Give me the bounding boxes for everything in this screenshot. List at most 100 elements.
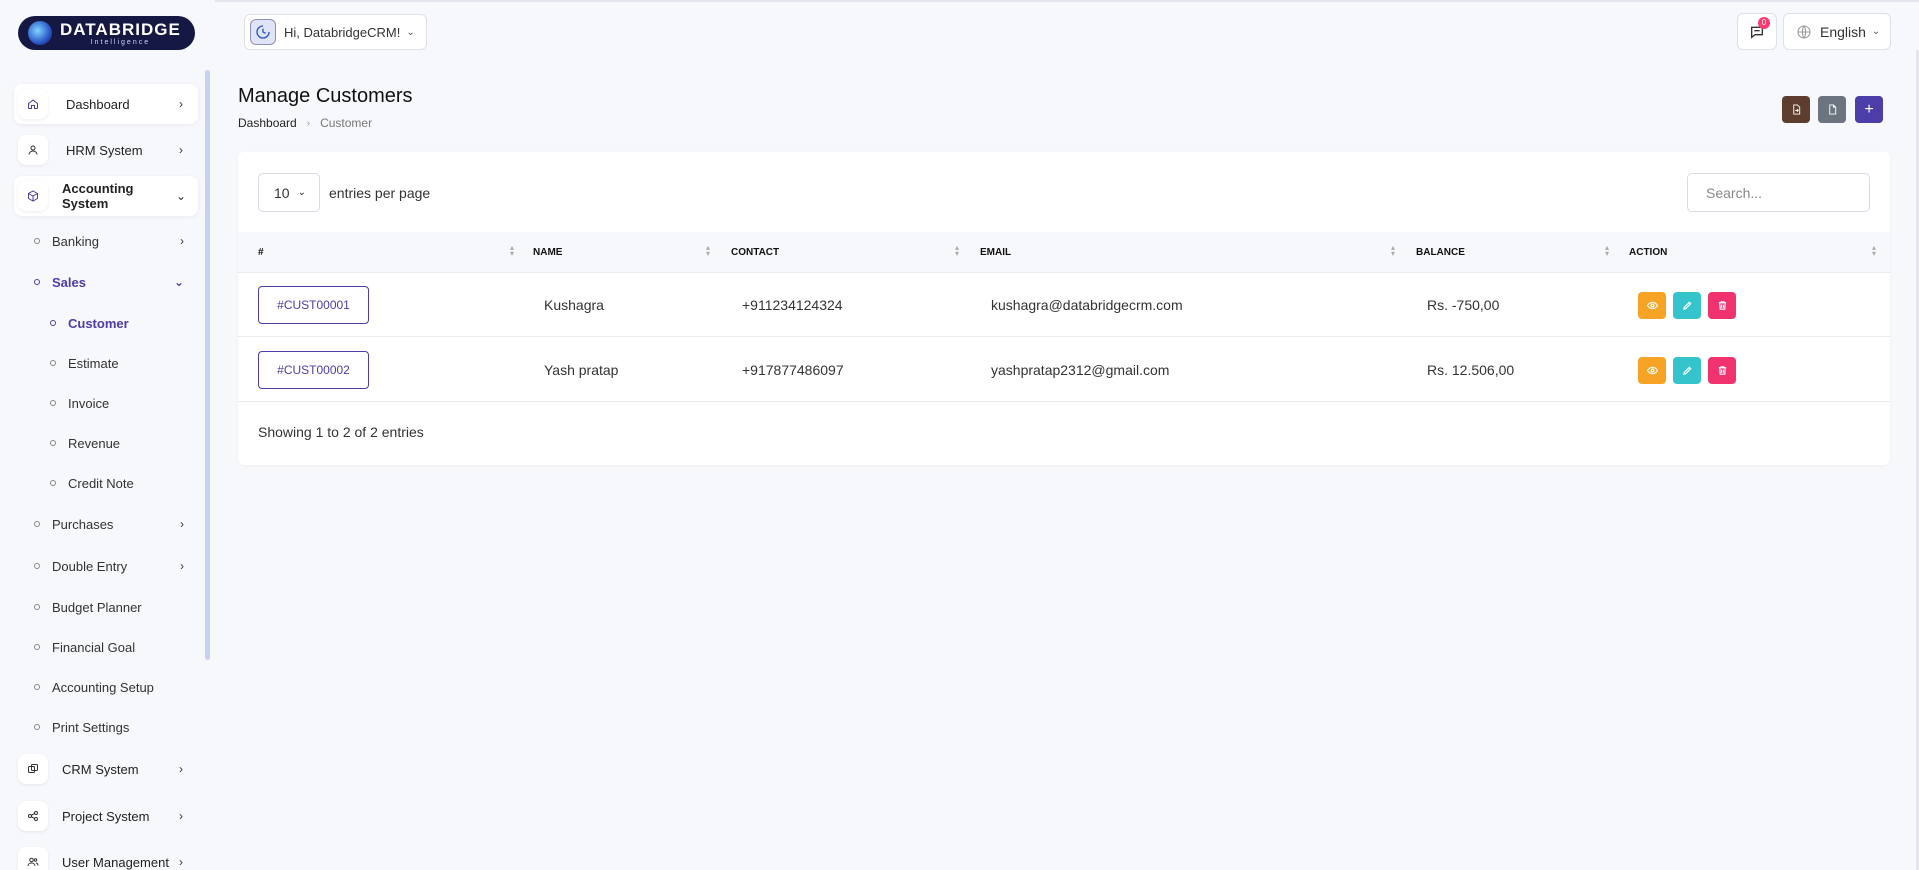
bullet-icon bbox=[34, 724, 40, 730]
chevron-down-icon: ⌄ bbox=[1871, 26, 1881, 37]
brand-name: DATABRIDGE bbox=[60, 19, 181, 39]
notification-button[interactable]: 0 bbox=[1737, 13, 1777, 50]
sidebar-item-label: Accounting System bbox=[62, 181, 134, 211]
trash-icon bbox=[1718, 365, 1726, 375]
column-header-name[interactable]: NAME ▴ ▾ bbox=[533, 232, 730, 273]
globe-icon bbox=[1797, 24, 1811, 39]
sidebar-item-accounting-system[interactable]: Accounting System ⌄ bbox=[14, 176, 198, 216]
per-page-control: 10 ⌄ entries per page bbox=[258, 173, 430, 212]
sort-icon: ▴ ▾ bbox=[1605, 243, 1610, 258]
view-button[interactable] bbox=[1638, 356, 1666, 384]
trash-icon bbox=[1718, 300, 1726, 310]
sidebar-sub-revenue[interactable]: Revenue bbox=[50, 430, 190, 456]
chevron-right-icon: › bbox=[179, 809, 183, 823]
edit-button[interactable] bbox=[1673, 356, 1701, 384]
sidebar-item-hrm-system[interactable]: HRM System › bbox=[14, 130, 198, 170]
sub-item-label: Invoice bbox=[68, 395, 110, 411]
customer-email: yashpratap2312@gmail.com bbox=[991, 362, 1170, 378]
import-button[interactable] bbox=[1818, 96, 1846, 123]
pencil-icon bbox=[1682, 365, 1692, 375]
sidebar-sub-credit-note[interactable]: Credit Note bbox=[50, 470, 190, 496]
sub-item-label: Sales bbox=[52, 274, 86, 290]
sidebar-scrollbar[interactable] bbox=[205, 70, 210, 660]
table-row: #CUST00001 Kushagra +911234124324 kushag… bbox=[238, 273, 1890, 337]
sub-item-label: Estimate bbox=[68, 355, 119, 371]
column-header-contact[interactable]: CONTACT ▴ ▾ bbox=[731, 232, 979, 273]
breadcrumb: Dashboard › Customer bbox=[238, 116, 372, 130]
sub-item-label: Accounting Setup bbox=[52, 679, 154, 695]
customer-id-link[interactable]: #CUST00002 bbox=[258, 351, 369, 389]
customer-balance: Rs. -750,00 bbox=[1427, 297, 1500, 313]
column-label: # bbox=[258, 247, 264, 258]
brand-logo[interactable]: DATABRIDGE Intelligence bbox=[18, 16, 195, 50]
view-button[interactable] bbox=[1638, 291, 1666, 319]
export-button[interactable] bbox=[1782, 96, 1810, 123]
language-label: English bbox=[1820, 23, 1866, 40]
sidebar-item-dashboard[interactable]: Dashboard › bbox=[14, 84, 198, 124]
sidebar-sub-financial-goal[interactable]: Financial Goal bbox=[34, 634, 184, 660]
delete-button[interactable] bbox=[1708, 291, 1736, 319]
sort-icon: ▴ ▾ bbox=[955, 243, 960, 258]
sort-icon: ▴ ▾ bbox=[1872, 243, 1877, 258]
sidebar-sub-customer[interactable]: Customer bbox=[50, 310, 190, 336]
column-header-balance[interactable]: BALANCE ▴ ▾ bbox=[1416, 232, 1629, 273]
sub-item-label: Customer bbox=[68, 315, 129, 331]
sidebar-item-label: Dashboard bbox=[66, 96, 130, 112]
customer-email: kushagra@databridgecrm.com bbox=[991, 297, 1183, 313]
chevron-right-icon: › bbox=[179, 97, 183, 111]
column-header-id[interactable]: # ▴ ▾ bbox=[258, 232, 518, 273]
users-icon bbox=[18, 847, 48, 870]
customer-id-link[interactable]: #CUST00001 bbox=[258, 286, 369, 324]
brand-tagline: Intelligence bbox=[90, 38, 151, 46]
column-label: BALANCE bbox=[1416, 247, 1465, 258]
bullet-icon bbox=[50, 480, 56, 486]
chevron-right-icon: › bbox=[179, 143, 183, 157]
chevron-down-icon: ⌄ bbox=[175, 189, 187, 203]
search-input[interactable] bbox=[1687, 173, 1870, 212]
sidebar-sub-double-entry[interactable]: Double Entry › bbox=[34, 553, 184, 579]
user-menu-button[interactable]: Hi, DatabridgeCRM! ⌄ bbox=[244, 14, 427, 50]
breadcrumb-current: Customer bbox=[320, 116, 373, 130]
pencil-icon bbox=[1682, 300, 1692, 310]
edit-button[interactable] bbox=[1673, 291, 1701, 319]
per-page-select[interactable]: 10 ⌄ bbox=[258, 173, 320, 212]
add-customer-button[interactable]: + bbox=[1855, 96, 1883, 123]
sidebar-sub-print-settings[interactable]: Print Settings bbox=[34, 714, 184, 740]
breadcrumb-dashboard-link[interactable]: Dashboard bbox=[238, 116, 297, 130]
avatar bbox=[250, 19, 276, 45]
bullet-icon bbox=[34, 644, 40, 650]
sidebar-sub-invoice[interactable]: Invoice bbox=[50, 390, 190, 416]
sort-icon: ▴ ▾ bbox=[1391, 243, 1396, 258]
chevron-down-icon: ⌄ bbox=[173, 275, 184, 289]
sidebar-sub-accounting-setup[interactable]: Accounting Setup bbox=[34, 674, 184, 700]
bullet-icon bbox=[50, 360, 56, 366]
sidebar-item-label: CRM System bbox=[62, 761, 139, 777]
language-selector[interactable]: English ⌄ bbox=[1783, 13, 1891, 50]
sidebar-item-crm-system[interactable]: CRM System › bbox=[14, 749, 198, 789]
sidebar-sub-purchases[interactable]: Purchases › bbox=[34, 511, 184, 537]
chevron-right-icon: › bbox=[180, 517, 184, 531]
sidebar-item-label: HRM System bbox=[66, 142, 143, 158]
delete-button[interactable] bbox=[1708, 356, 1736, 384]
sidebar-sub-sales[interactable]: Sales ⌄ bbox=[34, 269, 184, 295]
column-header-email[interactable]: EMAIL ▴ ▾ bbox=[980, 232, 1415, 273]
sub-item-label: Revenue bbox=[68, 435, 121, 451]
sidebar-sub-banking[interactable]: Banking › bbox=[34, 228, 184, 254]
column-header-action[interactable]: ACTION ▴ ▾ bbox=[1629, 232, 1889, 273]
chevron-right-icon: › bbox=[180, 234, 184, 248]
chevron-down-icon: ⌄ bbox=[406, 26, 415, 38]
customer-contact: +911234124324 bbox=[742, 297, 843, 313]
sidebar-item-project-system[interactable]: Project System › bbox=[14, 796, 198, 836]
sub-item-label: Purchases bbox=[52, 516, 114, 532]
sidebar-sub-estimate[interactable]: Estimate bbox=[50, 350, 190, 376]
plus-icon: + bbox=[1864, 100, 1874, 118]
sidebar-sub-budget-planner[interactable]: Budget Planner bbox=[34, 594, 184, 620]
table-row: #CUST00002 Yash pratap +917877486097 yas… bbox=[238, 338, 1890, 402]
eye-icon bbox=[1646, 366, 1658, 374]
bullet-icon bbox=[34, 604, 40, 610]
column-label: CONTACT bbox=[731, 247, 780, 258]
layers-icon bbox=[18, 754, 48, 784]
sidebar-item-user-management[interactable]: User Management › bbox=[14, 842, 198, 870]
column-label: NAME bbox=[533, 247, 563, 258]
chevron-right-icon: › bbox=[306, 117, 311, 129]
